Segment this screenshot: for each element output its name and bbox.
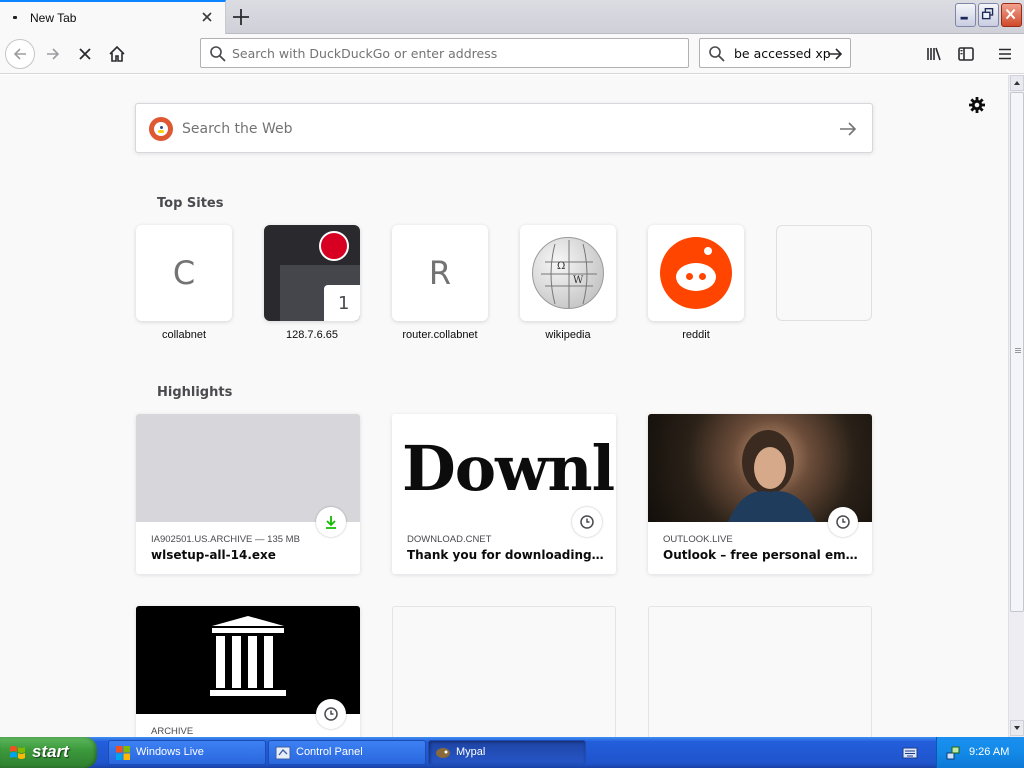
card-source: DOWNLOAD.CNET	[407, 534, 492, 545]
forward-button[interactable]	[38, 39, 68, 69]
stop-hand-icon	[319, 231, 349, 261]
start-label: start	[32, 742, 69, 761]
card-title: Thank you for downloading Win…	[407, 548, 607, 562]
taskbar-button-mypal[interactable]: Mypal	[428, 740, 586, 765]
card-thumbnail	[136, 606, 360, 714]
clock-icon	[572, 507, 602, 537]
top-site-label: wikipedia	[545, 329, 591, 341]
top-site-letter: C	[172, 254, 196, 292]
top-site-router[interactable]: R router.collabnet	[392, 225, 488, 341]
card-source: OUTLOOK.LIVE	[663, 534, 733, 545]
scroll-up-button[interactable]	[1010, 75, 1024, 91]
navigation-toolbar: be accessed xp	[0, 34, 1024, 74]
card-title: wlsetup-all-14.exe	[151, 548, 276, 562]
back-button[interactable]	[5, 39, 35, 69]
card-source: ARCHIVE	[151, 726, 194, 737]
download-icon	[316, 507, 346, 537]
close-window-button[interactable]	[1001, 3, 1022, 27]
highlights-heading: Highlights	[157, 385, 233, 400]
web-search-input[interactable]	[182, 117, 822, 141]
archive-building-icon	[210, 616, 286, 696]
taskbar-button-windows-live[interactable]: Windows Live	[108, 740, 266, 765]
hamburger-icon	[999, 48, 1011, 60]
scroll-down-button[interactable]	[1010, 720, 1024, 736]
search-bar[interactable]: be accessed xp	[699, 38, 851, 68]
minimize-button[interactable]	[955, 3, 976, 27]
search-icon	[210, 46, 226, 62]
top-site-label: 128.7.6.65	[286, 329, 338, 341]
address-bar[interactable]	[200, 38, 689, 68]
top-site-ip[interactable]: 1 128.7.6.65	[264, 225, 360, 341]
top-sites-heading: Top Sites	[157, 196, 224, 211]
clock: 9:26 AM	[969, 746, 1010, 758]
menu-button[interactable]	[990, 39, 1020, 69]
card-title: Outlook – free personal email an…	[663, 548, 863, 562]
sidebar-icon	[958, 47, 974, 61]
taskbar-button-control-panel[interactable]: Control Panel	[268, 740, 426, 765]
start-button[interactable]: start	[0, 737, 97, 768]
top-site-label: reddit	[682, 329, 710, 341]
tab-new-tab[interactable]: New Tab	[0, 0, 226, 34]
web-search-box[interactable]	[135, 103, 873, 153]
new-tab-page: Top Sites C collabnet 1 128.7.6.65 R rou…	[0, 75, 1008, 737]
search-go-icon[interactable]	[826, 45, 844, 63]
highlight-card-cnet[interactable]: Downl DOWNLOAD.CNET Thank you for downlo…	[392, 414, 616, 574]
card-thumbnail-photo	[648, 414, 872, 522]
svg-text:W: W	[573, 275, 584, 286]
top-site-empty-slot	[776, 225, 872, 329]
site-badge: 1	[324, 285, 360, 321]
highlight-card-download[interactable]: IA902501.US.ARCHIVE — 135 MB wlsetup-all…	[136, 414, 360, 574]
windows-flag-icon	[10, 746, 25, 759]
search-icon	[709, 46, 725, 62]
library-button[interactable]	[919, 39, 949, 69]
wikipedia-globe-icon: Ω W	[532, 237, 604, 309]
top-site-reddit[interactable]: reddit	[648, 225, 744, 341]
tab-title: New Tab	[30, 11, 77, 25]
taskbar-button-label: Mypal	[456, 746, 486, 758]
highlight-card-archive[interactable]: ARCHIVE	[136, 606, 360, 737]
system-tray: 9:26 AM	[936, 737, 1024, 768]
home-button[interactable]	[102, 39, 132, 69]
restore-button[interactable]	[978, 3, 999, 27]
top-site-label: router.collabnet	[402, 329, 478, 341]
card-source: IA902501.US.ARCHIVE — 135 MB	[151, 534, 300, 545]
taskbar-button-label: Windows Live	[136, 746, 204, 758]
network-icon[interactable]	[945, 745, 961, 761]
windows-taskbar: start Windows Live Control Panel Mypal 9…	[0, 737, 1024, 768]
svg-text:Ω: Ω	[557, 261, 565, 272]
top-site-wikipedia[interactable]: Ω W wikipedia	[520, 225, 616, 341]
top-site-collabnet[interactable]: C collabnet	[136, 225, 232, 341]
new-tab-button[interactable]	[228, 4, 254, 30]
highlight-empty-slot	[648, 606, 872, 737]
keyboard-layout-icon[interactable]	[902, 746, 918, 760]
search-bar-value[interactable]: be accessed xp	[734, 46, 831, 61]
clock-icon	[316, 699, 346, 729]
address-input[interactable]	[232, 43, 672, 63]
highlight-card-outlook[interactable]: OUTLOOK.LIVE Outlook – free personal ema…	[648, 414, 872, 574]
tab-close-icon[interactable]	[199, 9, 215, 25]
mypal-icon	[436, 748, 450, 758]
thumbnail-text: Downl	[402, 432, 615, 505]
search-submit-arrow-icon[interactable]	[838, 119, 858, 139]
stop-button[interactable]	[70, 39, 100, 69]
control-panel-icon	[275, 746, 291, 760]
clock-icon	[828, 507, 858, 537]
tab-strip: New Tab	[0, 0, 1024, 34]
windows-live-icon	[116, 746, 130, 760]
duckduckgo-logo-icon	[149, 117, 173, 141]
gear-icon[interactable]	[967, 95, 987, 115]
top-site-label: collabnet	[161, 329, 207, 341]
vertical-scrollbar[interactable]	[1008, 75, 1024, 737]
taskbar-button-label: Control Panel	[296, 746, 363, 758]
reddit-logo-icon	[660, 237, 732, 309]
highlight-empty-slot	[392, 606, 616, 737]
sidebar-button[interactable]	[951, 39, 981, 69]
card-thumbnail	[136, 414, 360, 522]
library-icon	[927, 47, 941, 61]
card-thumbnail: Downl	[392, 414, 616, 522]
scroll-thumb[interactable]	[1010, 92, 1024, 612]
tab-loading-icon	[13, 16, 17, 19]
top-site-letter: R	[428, 254, 452, 292]
